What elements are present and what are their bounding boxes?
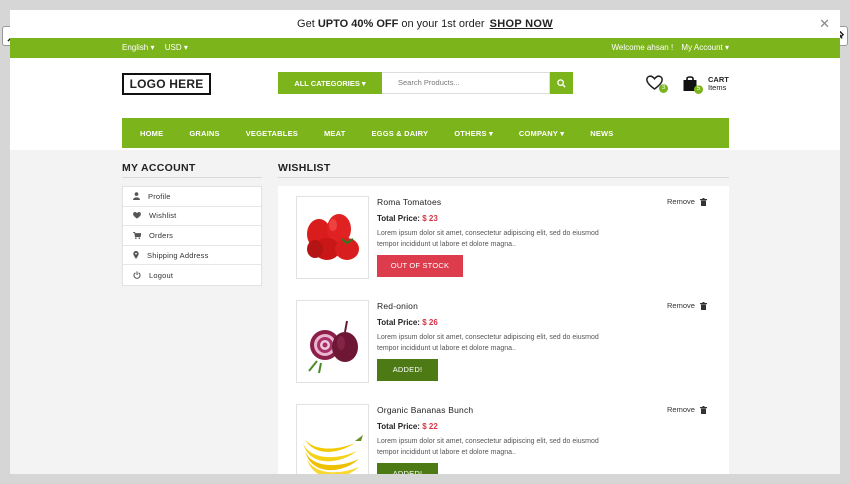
top-bar: English ▾ USD ▾ Welcome ahsan ! My Accou… [10, 38, 840, 58]
remove-label: Remove [667, 197, 695, 206]
account-menu-label: Profile [148, 191, 171, 201]
remove-button[interactable]: Remove [667, 301, 707, 310]
account-menu-logout[interactable]: Logout [123, 265, 261, 285]
logo[interactable]: LOGO HERE [122, 73, 211, 95]
added-button[interactable]: ADDED! [377, 463, 438, 474]
remove-button[interactable]: Remove [667, 197, 707, 206]
map-pin-icon [133, 251, 139, 260]
close-icon[interactable]: ✕ [819, 10, 830, 38]
out-of-stock-button[interactable]: OUT OF STOCK [377, 255, 463, 277]
product-price: Total Price: $ 22 [377, 422, 438, 431]
total-price-label: Total Price: [377, 318, 420, 327]
total-price-label: Total Price: [377, 214, 420, 223]
total-price-label: Total Price: [377, 422, 420, 431]
main-nav: HOME GRAINS VEGETABLES MEAT EGGS & DAIRY… [122, 118, 729, 148]
search-input[interactable]: Search Products... [382, 72, 550, 94]
divider [122, 177, 262, 178]
nav-vegetables[interactable]: VEGETABLES [246, 129, 298, 138]
my-account-title: MY ACCOUNT [122, 162, 196, 174]
remove-label: Remove [667, 301, 695, 310]
price-value: $ 22 [422, 422, 438, 431]
site-header: LOGO HERE ALL CATEGORIES ▾ Search Produc… [10, 58, 840, 150]
cart-items-label: Items [708, 83, 727, 92]
trash-icon [699, 405, 707, 414]
account-menu-label: Shipping Address [147, 250, 209, 260]
account-menu-orders[interactable]: Orders [123, 226, 261, 246]
language-select[interactable]: English ▾ [122, 43, 154, 52]
promo-middle: on your 1st order [398, 18, 488, 30]
cart-icon [133, 231, 141, 239]
price-value: $ 26 [422, 318, 438, 327]
user-icon [133, 192, 140, 201]
cart-count-badge: 5 [694, 85, 703, 94]
promo-bar: Get UPTO 40% OFF on your 1st order SHOP … [10, 10, 840, 38]
product-price: Total Price: $ 26 [377, 318, 438, 327]
nav-news[interactable]: NEWS [590, 129, 613, 138]
account-menu-profile[interactable]: Profile [123, 187, 261, 207]
remove-button[interactable]: Remove [667, 405, 707, 414]
added-button[interactable]: ADDED! [377, 359, 438, 381]
promo-discount: UPTO 40% OFF [317, 18, 399, 30]
cart-summary[interactable]: CART Items [708, 76, 729, 92]
product-description: Lorem ipsum dolor sit amet, consectetur … [377, 438, 599, 456]
bananas-image [303, 435, 363, 474]
promo-prefix: Get [297, 18, 318, 30]
account-menu-label: Orders [149, 230, 174, 240]
nav-others[interactable]: OTHERS ▾ [454, 129, 493, 138]
product-image-bananas[interactable] [296, 404, 369, 474]
wishlist-count-badge: 3 [659, 84, 668, 93]
account-menu: Profile Wishlist Orders Shipping Address… [122, 186, 262, 286]
nav-meat[interactable]: MEAT [324, 129, 346, 138]
trash-icon [699, 197, 707, 206]
account-menu-shipping-address[interactable]: Shipping Address [123, 246, 261, 266]
search-bar: ALL CATEGORIES ▾ Search Products... [278, 72, 573, 94]
cart-button[interactable]: 5 [682, 75, 703, 94]
wishlist-item: Organic Bananas Bunch Total Price: $ 22 … [278, 394, 729, 474]
red-onion-image [308, 320, 358, 374]
nav-home[interactable]: HOME [140, 129, 163, 138]
product-name[interactable]: Red-onion [377, 301, 418, 311]
product-description: Lorem ipsum dolor sit amet, consectetur … [377, 230, 599, 248]
wishlist-panel: Roma Tomatoes Total Price: $ 23 Lorem ip… [278, 186, 729, 474]
power-icon [133, 271, 141, 279]
product-name[interactable]: Organic Bananas Bunch [377, 405, 473, 415]
page-frame: Get UPTO 40% OFF on your 1st order SHOP … [10, 10, 840, 474]
all-categories-button[interactable]: ALL CATEGORIES ▾ [278, 72, 382, 94]
product-price: Total Price: $ 23 [377, 214, 438, 223]
currency-select[interactable]: USD ▾ [165, 43, 188, 52]
price-value: $ 23 [422, 214, 438, 223]
my-account-dropdown[interactable]: My Account ▾ [681, 43, 729, 52]
account-menu-label: Logout [149, 270, 174, 280]
tomatoes-image [307, 214, 359, 260]
wishlist-title: WISHLIST [278, 162, 331, 174]
product-name[interactable]: Roma Tomatoes [377, 197, 441, 207]
trash-icon [699, 301, 707, 310]
shop-now-link[interactable]: SHOP NOW [490, 18, 553, 30]
wishlist-item: Roma Tomatoes Total Price: $ 23 Lorem ip… [278, 186, 729, 290]
nav-eggs-dairy[interactable]: EGGS & DAIRY [371, 129, 428, 138]
product-image-tomatoes[interactable] [296, 196, 369, 279]
search-button[interactable] [550, 72, 573, 94]
account-menu-label: Wishlist [149, 211, 177, 221]
remove-label: Remove [667, 405, 695, 414]
wishlist-button[interactable]: 3 [646, 75, 668, 93]
search-icon [557, 78, 566, 88]
welcome-text: Welcome ahsan ! [611, 43, 674, 52]
product-description: Lorem ipsum dolor sit amet, consectetur … [377, 334, 599, 352]
product-image-red-onion[interactable] [296, 300, 369, 383]
nav-company[interactable]: COMPANY ▾ [519, 129, 564, 138]
nav-grains[interactable]: GRAINS [189, 129, 219, 138]
wishlist-item: Red-onion Total Price: $ 26 Lorem ipsum … [278, 290, 729, 394]
account-menu-wishlist[interactable]: Wishlist [123, 207, 261, 227]
divider [278, 177, 729, 178]
heart-icon [133, 212, 141, 220]
